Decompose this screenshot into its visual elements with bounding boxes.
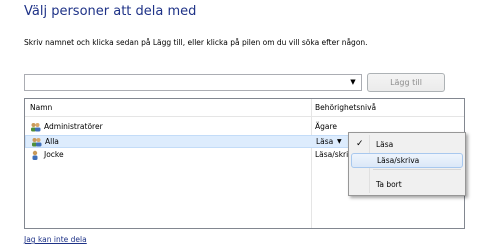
menu-separator — [373, 169, 461, 170]
column-header-permission[interactable]: Behörighetsnivå — [315, 99, 376, 116]
row-name: Alla — [45, 137, 59, 146]
add-button[interactable]: Lägg till — [367, 73, 445, 92]
menu-item-read-write[interactable]: Läsa/skriva — [351, 153, 463, 168]
header-divider — [25, 116, 464, 117]
menu-item-remove[interactable]: Ta bort — [351, 177, 463, 192]
row-name: Administratörer — [44, 122, 103, 131]
row-name: Jocke — [44, 150, 64, 159]
user-group-icon — [31, 123, 41, 132]
permission-dropdown-arrow-icon[interactable]: ▼ — [337, 136, 342, 148]
menu-item-label: Läsa — [376, 140, 394, 149]
menu-item-label: Läsa/skriva — [377, 156, 420, 165]
column-header-name[interactable]: Namn — [30, 99, 52, 116]
permission-context-menu[interactable]: ✓ Läsa Läsa/skriva Ta bort — [348, 132, 466, 196]
column-divider — [311, 99, 312, 228]
chevron-down-icon[interactable]: ▼ — [347, 75, 359, 90]
row-permission: Läsa — [316, 137, 334, 146]
menu-item-read[interactable]: ✓ Läsa — [351, 137, 463, 152]
user-group-icon — [32, 138, 42, 147]
name-combobox[interactable]: ▼ — [24, 74, 362, 91]
user-icon — [32, 150, 38, 160]
page-title: Välj personer att dela med — [24, 4, 197, 19]
menu-item-label: Ta bort — [376, 180, 402, 189]
instruction-text: Skriv namnet och klicka sedan på Lägg ti… — [24, 38, 368, 47]
cannot-share-link[interactable]: Jag kan inte dela — [24, 235, 87, 244]
row-permission: Ägare — [315, 122, 338, 131]
checkmark-icon: ✓ — [356, 139, 364, 149]
